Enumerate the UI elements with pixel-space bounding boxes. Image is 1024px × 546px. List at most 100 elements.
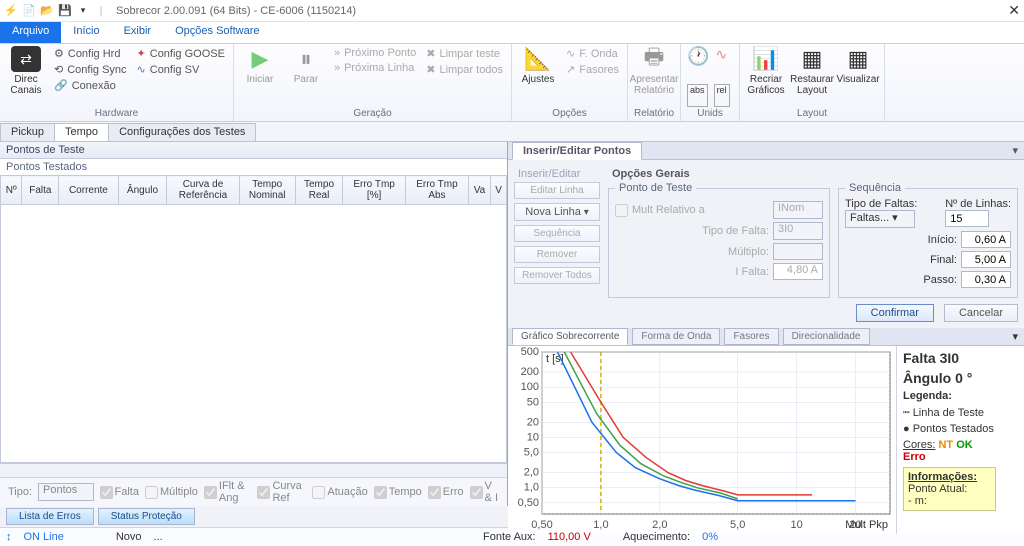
tipo-label: Tipo:: [8, 486, 32, 498]
sequencia-legend: Sequência: [845, 182, 905, 194]
view-icon: ▦: [848, 46, 869, 72]
tipo-faltas-select[interactable]: Faltas... ▾: [845, 210, 915, 228]
chk-vei[interactable]: V & I: [470, 480, 499, 504]
fonte-val: 110,00 V: [548, 531, 591, 543]
tipo-select[interactable]: Pontos: [38, 483, 93, 501]
ctab-forma[interactable]: Forma de Onda: [632, 328, 720, 345]
tab-exibir[interactable]: Exibir: [112, 22, 164, 43]
config-goose-button[interactable]: ✦Config GOOSE: [135, 46, 227, 61]
clock-icon[interactable]: 🕐: [687, 46, 709, 78]
h-scrollbar[interactable]: [0, 463, 507, 477]
save-icon[interactable]: 💾: [58, 4, 72, 18]
open-icon[interactable]: 📂: [40, 4, 54, 18]
online-label: ON Line: [24, 531, 64, 543]
sine-icon[interactable]: ∿: [715, 46, 727, 78]
inom-select[interactable]: INom: [773, 201, 823, 219]
legend-angulo: Ângulo 0 °: [903, 370, 996, 386]
ctab-direc[interactable]: Direcionalidade: [783, 328, 870, 345]
proximo-ponto-button[interactable]: »Próximo Ponto: [332, 46, 418, 60]
chart-svg[interactable]: 0,501,02,05,010200,501,02,05,01020501002…: [508, 346, 896, 534]
menu-bar: Arquivo Início Exibir Opções Software: [0, 22, 1024, 44]
tab-arquivo[interactable]: Arquivo: [0, 22, 61, 43]
chk-multiplo[interactable]: Múltiplo: [145, 486, 198, 499]
layout-icon: ▦: [802, 46, 823, 72]
inicio-input[interactable]: [961, 231, 1011, 248]
subtab-config[interactable]: Configurações dos Testes: [108, 123, 256, 141]
restaurar-button[interactable]: ▦Restaurar Layout: [792, 46, 832, 107]
sequencia-button[interactable]: Sequência: [514, 225, 600, 242]
remover-button[interactable]: Remover: [514, 246, 600, 263]
visualizar-button[interactable]: ▦Visualizar: [838, 46, 878, 107]
rel-button[interactable]: rel: [714, 84, 730, 107]
subtab-pickup[interactable]: Pickup: [0, 123, 55, 141]
ctab-grafico[interactable]: Gráfico Sobrecorrente: [512, 328, 628, 345]
btab-status[interactable]: Status Proteção: [98, 508, 195, 525]
ctab-fasores[interactable]: Fasores: [724, 328, 778, 345]
fonte-label: Fonte Aux:: [483, 531, 536, 543]
svg-text:1,0: 1,0: [524, 482, 539, 494]
recriar-button[interactable]: 📊Recriar Gráficos: [746, 46, 786, 107]
close-icon[interactable]: ✕: [1008, 2, 1020, 19]
svg-text:100: 100: [521, 381, 539, 393]
chk-erro[interactable]: Erro: [428, 486, 464, 499]
chk-iflt[interactable]: IFlt & Ang: [204, 480, 252, 504]
chk-falta[interactable]: Falta: [100, 486, 139, 499]
info-title: Informações:: [908, 471, 991, 483]
parar-button[interactable]: ⏸Parar: [286, 46, 326, 107]
clear-icon: ✖: [426, 47, 435, 60]
panel-drop-icon[interactable]: ▾: [1006, 144, 1024, 157]
novo-label: Novo: [116, 531, 142, 543]
n-linhas-input[interactable]: [945, 210, 989, 227]
config-hrd-button[interactable]: ⚙Config Hrd: [52, 46, 129, 61]
direc-canais-button[interactable]: ⇄ Direc Canais: [6, 46, 46, 107]
nova-linha-button[interactable]: Nova Linha ▾: [514, 203, 600, 221]
svg-text:1,0: 1,0: [593, 519, 608, 531]
ponto-atual: Ponto Atual:: [908, 483, 991, 495]
ajustes-button[interactable]: 📐Ajustes: [518, 46, 558, 107]
conexao-button[interactable]: 🔗Conexão: [52, 78, 129, 93]
chk-tempo[interactable]: Tempo: [374, 486, 422, 499]
svg-text:0,50: 0,50: [531, 519, 552, 531]
btab-lista[interactable]: Lista de Erros: [6, 508, 94, 525]
new-icon[interactable]: 📄: [22, 4, 36, 18]
svg-text:0,50: 0,50: [518, 497, 539, 509]
play-icon: ▶: [251, 46, 268, 72]
limpar-todos-button[interactable]: ✖Limpar todos: [424, 62, 505, 77]
chk-atuacao[interactable]: Atuação: [312, 486, 367, 499]
tab-inicio[interactable]: Início: [61, 22, 111, 43]
fasores-button[interactable]: ↗Fasores: [564, 62, 621, 77]
window-title: Sobrecor 2.00.091 (64 Bits) - CE-6006 (1…: [116, 5, 356, 17]
tipo-falta-select[interactable]: 3I0: [773, 222, 823, 240]
multiplo-input[interactable]: [773, 243, 823, 260]
cancelar-button[interactable]: Cancelar: [944, 304, 1018, 322]
mult-rel-check[interactable]: [615, 204, 628, 217]
limpar-teste-button[interactable]: ✖Limpar teste: [424, 46, 505, 61]
grid-body[interactable]: [0, 205, 507, 463]
fonda-button[interactable]: ∿F. Onda: [564, 46, 621, 61]
svg-text:500: 500: [521, 346, 539, 358]
qat-more-icon[interactable]: ▾: [76, 4, 90, 18]
group-relatorio: Relatório: [634, 107, 674, 119]
config-sv-button[interactable]: ∿Config SV: [135, 62, 227, 77]
svg-text:2,0: 2,0: [652, 519, 667, 531]
relatorio-button[interactable]: 🖶Apresentar Relatório: [634, 46, 674, 107]
chk-curva[interactable]: Curva Ref: [257, 480, 306, 504]
abs-button[interactable]: abs: [687, 84, 708, 107]
subtab-tempo[interactable]: Tempo: [54, 123, 109, 141]
config-sync-button[interactable]: ⟲Config Sync: [52, 62, 129, 77]
next-point-icon: »: [334, 47, 340, 59]
final-input[interactable]: [961, 251, 1011, 268]
confirmar-button[interactable]: Confirmar: [856, 304, 934, 322]
n-linhas-label: Nº de Linhas:: [945, 198, 1011, 210]
iniciar-button[interactable]: ▶Iniciar: [240, 46, 280, 107]
remover-todos-button[interactable]: Remover Todos: [514, 267, 600, 284]
ifalta-input[interactable]: 4,80 A: [773, 263, 823, 280]
proxima-linha-button[interactable]: »Próxima Linha: [332, 61, 418, 75]
stop-icon: ⏸: [300, 46, 311, 72]
editar-linha-button[interactable]: Editar Linha: [514, 182, 600, 199]
tab-opcoes[interactable]: Opções Software: [163, 22, 271, 43]
sync-icon: ⟲: [54, 63, 63, 76]
online-icon: ↕: [6, 531, 12, 543]
passo-input[interactable]: [961, 271, 1011, 288]
chart-drop-icon[interactable]: ▾: [1006, 330, 1024, 343]
